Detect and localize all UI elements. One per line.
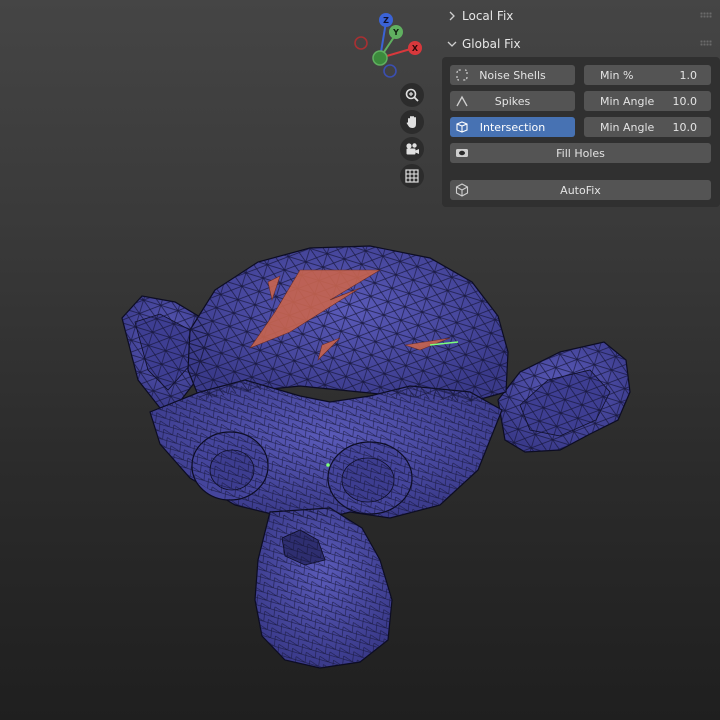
pan-hand-icon <box>406 116 416 128</box>
ortho-toggle-button[interactable] <box>400 164 424 188</box>
neg-y-axis-icon <box>372 50 388 66</box>
local-fix-header[interactable]: Local Fix <box>442 3 720 29</box>
intersection-button[interactable]: Intersection <box>450 117 575 137</box>
global-fix-label: Global Fix <box>462 37 521 51</box>
noise-shells-button[interactable]: Noise Shells <box>450 65 575 85</box>
drag-grip-icon[interactable] <box>700 40 712 46</box>
svg-text:X: X <box>412 44 419 53</box>
camera-icon <box>406 143 419 155</box>
intersection-min-angle-field[interactable]: Min Angle 10.0 <box>584 117 711 137</box>
neg-x-axis-icon <box>354 36 368 50</box>
chevron-right-icon <box>442 11 462 21</box>
global-fix-body: Noise Shells Min % 1.0 Spikes Min Angle … <box>442 57 720 207</box>
svg-text:Y: Y <box>392 28 399 37</box>
global-fix-header[interactable]: Global Fix <box>442 31 720 57</box>
local-fix-label: Local Fix <box>462 9 514 23</box>
autofix-icon <box>455 183 469 197</box>
neg-z-axis-icon <box>383 64 397 78</box>
spikes-button[interactable]: Spikes <box>450 91 575 111</box>
z-axis-icon: Z <box>379 13 393 27</box>
fill-holes-button[interactable]: Fill Holes <box>450 143 711 163</box>
noise-shells-min-percent-field[interactable]: Min % 1.0 <box>584 65 711 85</box>
spikes-min-angle-field[interactable]: Min Angle 10.0 <box>584 91 711 111</box>
y-axis-icon: Y <box>389 25 403 39</box>
chevron-down-icon <box>442 39 462 49</box>
navigation-gizmo[interactable]: Z Y X <box>348 10 428 82</box>
intersection-cube-icon <box>456 121 468 133</box>
pan-button[interactable] <box>400 110 424 134</box>
zoom-icon <box>405 88 419 102</box>
spikes-icon <box>456 95 468 107</box>
svg-text:Z: Z <box>383 16 389 25</box>
x-axis-icon: X <box>408 41 422 55</box>
fill-holes-icon <box>456 149 468 157</box>
autofix-button[interactable]: AutoFix <box>450 180 711 200</box>
grid-icon <box>405 169 419 183</box>
sidebar-panel: Local Fix Global Fix Noise Shells Min % … <box>442 0 720 210</box>
zoom-button[interactable] <box>400 83 424 107</box>
drag-grip-icon[interactable] <box>700 12 712 18</box>
noise-shells-icon <box>456 69 468 81</box>
camera-view-button[interactable] <box>400 137 424 161</box>
